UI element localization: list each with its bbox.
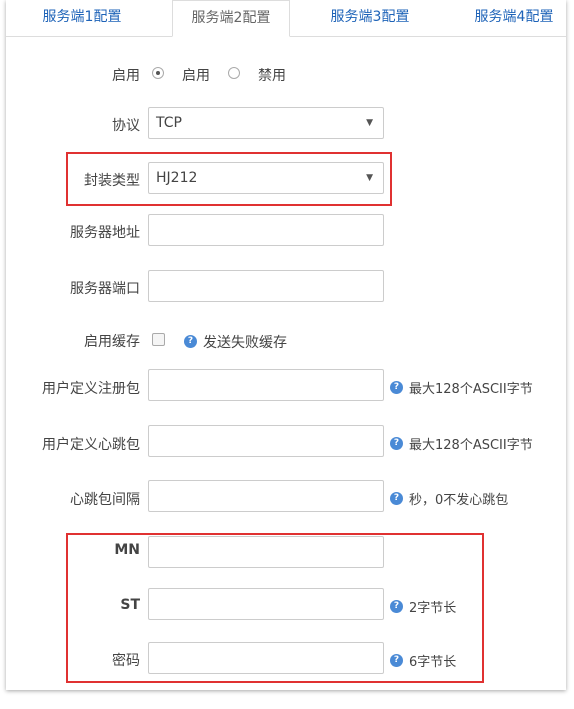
enable-on-label: 启用 xyxy=(182,68,210,84)
reg-packet-input[interactable] xyxy=(148,369,384,401)
cache-checkbox[interactable] xyxy=(152,333,165,346)
help-icon: ? xyxy=(390,492,403,505)
tab-server-2[interactable]: 服务端2配置 xyxy=(172,0,290,37)
password-hint: 6字节长 xyxy=(409,655,457,670)
tab-server-4[interactable]: 服务端4配置 xyxy=(466,0,562,36)
enable-off-label: 禁用 xyxy=(258,68,286,84)
password-label: 密码 xyxy=(112,653,140,669)
encap-label: 封装类型 xyxy=(84,173,140,189)
tab-server-1[interactable]: 服务端1配置 xyxy=(34,0,130,36)
enable-on-radio[interactable] xyxy=(152,67,164,79)
protocol-label: 协议 xyxy=(112,118,140,134)
reg-packet-hint: 最大128个ASCII字节 xyxy=(409,382,533,397)
heartbeat-interval-label: 心跳包间隔 xyxy=(70,492,140,508)
server-addr-label: 服务器地址 xyxy=(70,225,140,241)
server-addr-input[interactable] xyxy=(148,214,384,246)
heartbeat-packet-label: 用户定义心跳包 xyxy=(42,437,140,453)
help-icon: ? xyxy=(390,381,403,394)
mn-label: MN xyxy=(114,542,140,558)
st-hint: 2字节长 xyxy=(409,601,457,616)
help-icon: ? xyxy=(390,654,403,667)
heartbeat-interval-hint: 秒，0不发心跳包 xyxy=(409,493,509,508)
tab-bar: 服务端1配置 服务端2配置 服务端3配置 服务端4配置 xyxy=(6,0,566,37)
protocol-select[interactable]: TCP ▼ xyxy=(148,107,384,139)
st-input[interactable] xyxy=(148,588,384,620)
password-input[interactable] xyxy=(148,642,384,674)
heartbeat-interval-input[interactable] xyxy=(148,480,384,512)
mn-input[interactable] xyxy=(148,536,384,568)
server-port-label: 服务器端口 xyxy=(70,281,140,297)
encap-value: HJ212 xyxy=(156,170,198,186)
chevron-down-icon: ▼ xyxy=(366,173,373,183)
heartbeat-packet-input[interactable] xyxy=(148,425,384,457)
cache-label: 启用缓存 xyxy=(84,334,140,350)
heartbeat-packet-hint: 最大128个ASCII字节 xyxy=(409,438,533,453)
server-port-input[interactable] xyxy=(148,270,384,302)
enable-label: 启用 xyxy=(112,68,140,84)
chevron-down-icon: ▼ xyxy=(366,118,373,128)
help-icon: ? xyxy=(184,335,197,348)
cache-hint: 发送失败缓存 xyxy=(203,335,287,351)
tab-server-3[interactable]: 服务端3配置 xyxy=(322,0,418,36)
protocol-value: TCP xyxy=(156,115,182,131)
encap-select[interactable]: HJ212 ▼ xyxy=(148,162,384,194)
st-label: ST xyxy=(120,597,140,613)
reg-packet-label: 用户定义注册包 xyxy=(42,381,140,397)
help-icon: ? xyxy=(390,600,403,613)
enable-off-radio[interactable] xyxy=(228,67,240,79)
help-icon: ? xyxy=(390,437,403,450)
